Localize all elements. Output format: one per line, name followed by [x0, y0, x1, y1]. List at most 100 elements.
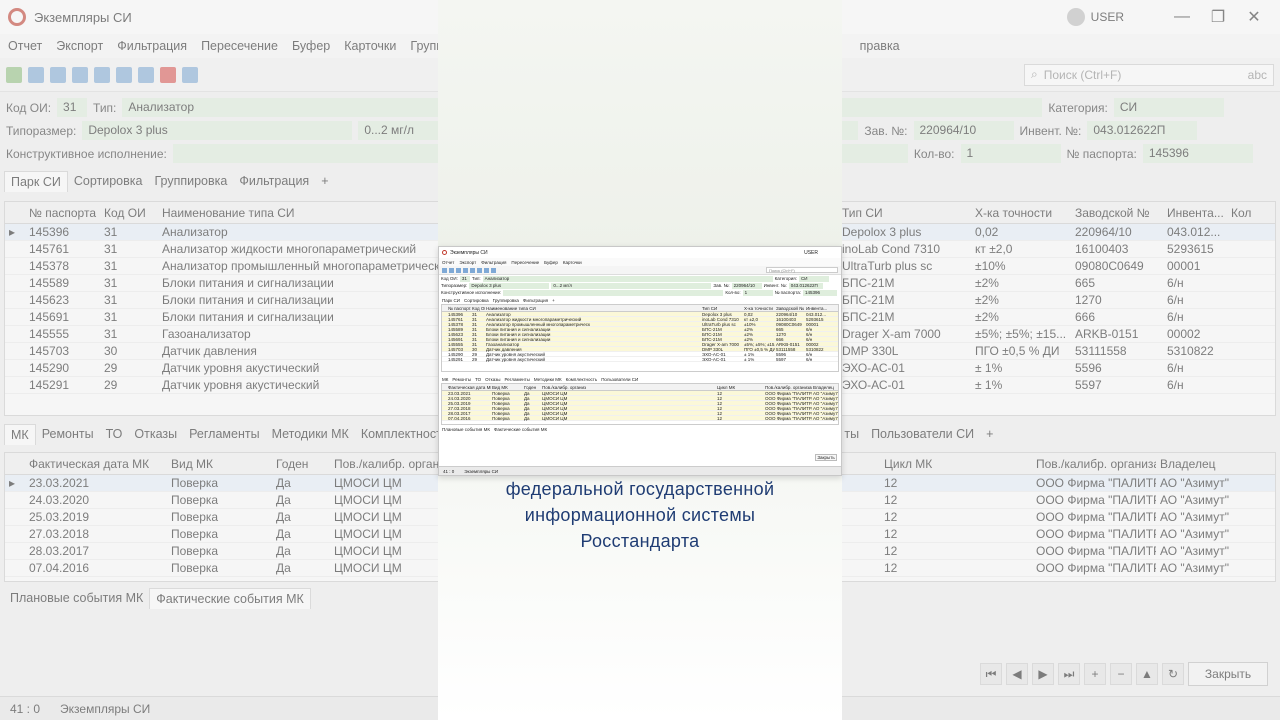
- cell-tochnost: ±2%: [975, 310, 999, 324]
- tab-filter[interactable]: Фильтрация: [233, 171, 315, 191]
- cell-vladelec: АО "Азимут": [1160, 527, 1230, 541]
- cell-tochnost: кт ±2,0: [975, 242, 1013, 256]
- cell-vladelec: АО "Азимут": [1160, 510, 1230, 524]
- last-record-icon[interactable]: ⏭: [1058, 663, 1080, 685]
- menu-item[interactable]: Буфер: [292, 39, 330, 53]
- cell-cikl: 12: [884, 527, 898, 541]
- col-invent[interactable]: Инвента...: [1163, 206, 1227, 220]
- minimize-icon[interactable]: —: [1164, 8, 1200, 26]
- mini-zav-label: Зав. №:: [713, 283, 730, 288]
- kod-oi-label: Код ОИ:: [6, 100, 52, 115]
- cell-fact-date: 07.04.2016: [29, 561, 90, 575]
- filter-clear-icon[interactable]: [50, 66, 66, 83]
- tab-reglamenty[interactable]: Регламенты: [183, 424, 265, 444]
- mini-mk-grid: Фактическая дата МК Вид МК Годен Пов./ка…: [441, 383, 839, 425]
- col-org2[interactable]: Пов./калибр. организац...: [1032, 457, 1156, 471]
- intersect-icon[interactable]: [72, 66, 88, 83]
- tab-planned-events[interactable]: Плановые события МК: [4, 588, 149, 608]
- invent-label: Инвент. №:: [1019, 123, 1082, 138]
- col-goden[interactable]: Годен: [272, 457, 330, 471]
- search-placeholder: Поиск (Ctrl+F): [1043, 67, 1122, 82]
- col-kod[interactable]: Код ОИ: [100, 206, 158, 220]
- mini-cell: 5597: [776, 356, 787, 362]
- col-tip[interactable]: Тип СИ: [838, 206, 971, 220]
- tab-remonty[interactable]: Ремонты: [36, 424, 100, 444]
- col-vid-mk[interactable]: Вид МК: [167, 457, 272, 471]
- col-tochnost[interactable]: Х-ка точности: [971, 206, 1071, 220]
- invent-field[interactable]: 043.012622П: [1087, 121, 1198, 140]
- kategoriya-field[interactable]: СИ: [1113, 98, 1224, 117]
- restore-icon[interactable]: ❐: [1200, 7, 1236, 27]
- tiporazmer-field[interactable]: Depolox 3 plus: [82, 121, 353, 140]
- tab-otkazy[interactable]: Отказы: [128, 424, 183, 444]
- cell-tip: БПС-21М: [842, 276, 895, 290]
- tab-overflow[interactable]: ты: [838, 424, 865, 444]
- search-mode[interactable]: abc: [1248, 68, 1267, 82]
- next-record-icon[interactable]: ▶: [1032, 663, 1054, 685]
- barcode-icon[interactable]: [160, 66, 176, 83]
- export-excel-icon[interactable]: [6, 66, 22, 83]
- tab-park[interactable]: Парк СИ: [4, 170, 68, 192]
- cell-zav: 5597: [1075, 378, 1102, 392]
- prev-record-icon[interactable]: ◀: [1006, 663, 1028, 685]
- tab-metodiki[interactable]: Методики МК: [266, 424, 355, 444]
- mini-tool-icon: [442, 267, 447, 273]
- cell-tip: БПС-21М: [842, 310, 895, 324]
- cell-zav: 1270: [1075, 293, 1102, 307]
- menu-item[interactable]: правка: [860, 39, 900, 53]
- add-detail-tab-button[interactable]: +: [980, 424, 999, 444]
- card-multi-icon[interactable]: [138, 66, 154, 83]
- menu-item[interactable]: Пересечение: [201, 39, 278, 53]
- search-input[interactable]: ⌕ Поиск (Ctrl+F) abc: [1024, 63, 1274, 86]
- cell-tochnost: ±2%: [975, 276, 999, 290]
- menu-item[interactable]: Отчет: [8, 39, 42, 53]
- zav-label: Зав. №:: [864, 123, 908, 138]
- mini-tool-icon: [477, 267, 482, 273]
- tab-sort[interactable]: Сортировка: [68, 171, 149, 191]
- tab-actual-events[interactable]: Фактические события МК: [149, 587, 311, 609]
- add-record-icon[interactable]: +: [1084, 663, 1106, 685]
- mini-tool-icon: [449, 267, 454, 273]
- user-badge[interactable]: USER: [1066, 8, 1124, 26]
- up-icon[interactable]: ▲: [1136, 663, 1158, 685]
- col-fact-date[interactable]: Фактическая дата МК: [25, 457, 167, 471]
- menu-item[interactable]: Экспорт: [56, 39, 103, 53]
- card-icon[interactable]: [116, 66, 132, 83]
- cell-invent: 6/н: [1167, 310, 1184, 324]
- menu-item[interactable]: Карточки: [344, 39, 396, 53]
- cell-kod: 29: [104, 378, 118, 392]
- row-indicator-icon: ▸: [9, 225, 16, 239]
- mini-cell: Да: [524, 415, 530, 421]
- mini-form-row: Код ОИ: 31 Тип: Анализатор Категория: СИ: [439, 275, 841, 282]
- cell-cikl: 12: [884, 510, 898, 524]
- col-zav[interactable]: Заводской №: [1071, 206, 1163, 220]
- filter-icon[interactable]: [28, 66, 44, 83]
- mini-table-row: 145291 29 Датчик уровня акустический ЭХО-АС…: [442, 357, 838, 362]
- tab-users[interactable]: Пользователи СИ: [865, 424, 980, 444]
- kolvo-field[interactable]: 1: [960, 144, 1061, 163]
- zav-field[interactable]: 220964/10: [913, 121, 1014, 140]
- mini-menu: Отчет Экспорт Фильтрация Пересечение Буф…: [439, 258, 841, 266]
- col-cikl[interactable]: Цикл МК: [880, 457, 1032, 471]
- col-pasport[interactable]: № паспорта: [25, 206, 100, 220]
- col-vladelec[interactable]: Владелец: [1156, 457, 1256, 471]
- mini-user: USER: [804, 249, 818, 256]
- close-icon[interactable]: ✕: [1236, 7, 1272, 27]
- mini-konstr-value: [503, 289, 724, 296]
- copy-icon[interactable]: [94, 66, 110, 83]
- pasport-field[interactable]: 145396: [1142, 144, 1253, 163]
- first-record-icon[interactable]: ⏮: [980, 663, 1002, 685]
- kod-oi-field[interactable]: 31: [57, 98, 88, 117]
- cell-kod: 31: [104, 310, 118, 324]
- refresh-icon[interactable]: ↻: [1162, 663, 1184, 685]
- layout-icon[interactable]: [182, 66, 198, 83]
- menu-item[interactable]: Фильтрация: [117, 39, 187, 53]
- tab-to[interactable]: ТО: [100, 424, 129, 444]
- tab-mk[interactable]: МК: [4, 423, 36, 445]
- add-tab-button[interactable]: +: [315, 171, 334, 191]
- delete-record-icon[interactable]: −: [1110, 663, 1132, 685]
- col-kol[interactable]: Кол: [1227, 206, 1257, 220]
- tab-group[interactable]: Группировка: [148, 171, 233, 191]
- close-button[interactable]: Закрыть: [1188, 662, 1268, 686]
- mini-col: Владелец: [813, 384, 834, 390]
